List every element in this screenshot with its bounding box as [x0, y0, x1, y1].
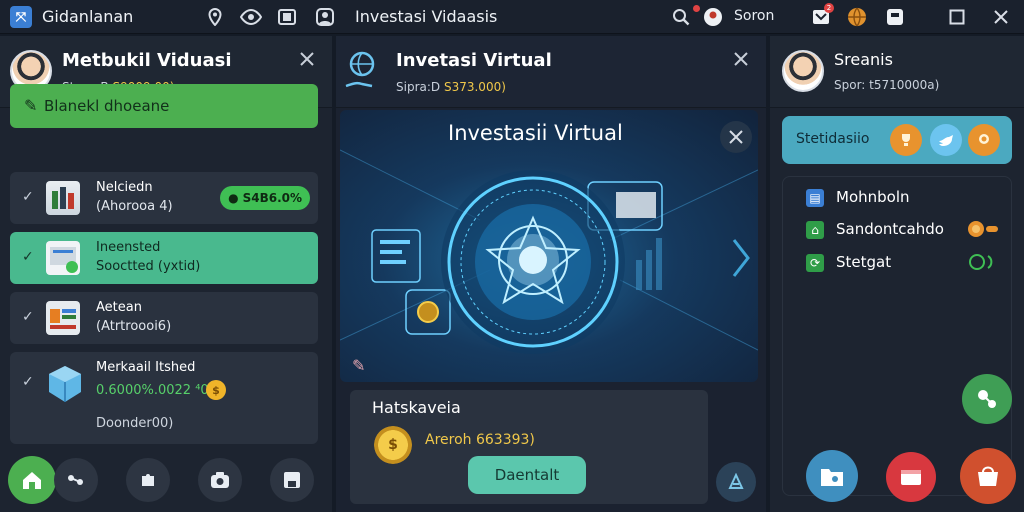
puzzle-button[interactable]	[126, 458, 170, 502]
right-list-item[interactable]: Stetgat	[836, 253, 891, 271]
middle-panel-title: Invetasi Virtual	[396, 50, 552, 71]
hero-title: Investasii Virtual	[448, 121, 623, 145]
check-icon: ✓	[22, 309, 34, 325]
list-item-subtitle: (Atrtroooi6)	[96, 319, 172, 334]
right-banner-label: Stetidasiio	[796, 131, 870, 147]
list-item[interactable]: ✓ Aetean (Atrtroooi6)	[10, 292, 318, 344]
analytics-button[interactable]	[54, 458, 98, 502]
globe-icon[interactable]	[846, 6, 868, 28]
top-bar: ⤧ Gidanlanan Investasi Vidaasis Soron 2	[0, 0, 1024, 34]
list-item[interactable]: ✓ Ineensted Sooctted (yxtid)	[10, 232, 318, 284]
maximize-icon[interactable]	[946, 6, 968, 28]
bottom-nav	[0, 448, 332, 512]
left-panel-title: Metbukil Viduasi	[62, 50, 232, 71]
app-name: Gidanlanan	[42, 7, 134, 26]
left-banner-button[interactable]: ✎ Blanekl dhoeane	[10, 84, 318, 128]
refresh-icon: ⟳	[806, 254, 824, 272]
user-name[interactable]: Soron	[734, 8, 774, 24]
close-icon[interactable]	[296, 50, 318, 72]
trophy-icon[interactable]	[890, 124, 922, 156]
list-item-title: Ineensted	[96, 240, 161, 255]
location-pin-icon[interactable]	[204, 6, 226, 28]
location-fab[interactable]	[962, 374, 1012, 424]
chevron-right-icon[interactable]	[732, 238, 750, 287]
close-icon[interactable]	[730, 50, 752, 72]
percent-badge: ● S4B6.0%	[220, 186, 310, 210]
right-panel-header: Sreanis Spor: t5710000a)	[770, 36, 1024, 108]
right-panel-subtitle: Spor: t5710000a)	[834, 78, 940, 92]
eye-icon[interactable]	[238, 6, 264, 28]
award-icon[interactable]	[968, 124, 1000, 156]
folder-fab[interactable]	[806, 450, 858, 502]
home-button[interactable]	[8, 456, 56, 504]
card-action-button[interactable]: Daentalt	[468, 456, 586, 494]
tablet-icon[interactable]	[276, 6, 298, 28]
app-logo-icon[interactable]: ⤧	[10, 6, 32, 28]
pencil-icon: ✎	[24, 96, 38, 115]
list-item-subtitle: (Ahorooa 4)	[96, 199, 173, 214]
wallet-fab[interactable]	[886, 452, 936, 502]
list-item-title: Nelciedn	[96, 180, 153, 195]
hero-close-button[interactable]	[720, 121, 752, 153]
coin-stack-icon	[966, 219, 1000, 243]
list-item[interactable]: ✓ Merkaail Itshed 0.6000%.0022 ⁴0 $ Doon…	[10, 352, 318, 444]
middle-panel-subtitle: Sipra:D S373.000)	[396, 80, 506, 94]
right-list-item[interactable]: Mohnboln	[836, 188, 910, 206]
list-item-title: Merkaail Itshed	[96, 360, 196, 375]
notification-count: 2	[824, 3, 834, 13]
people-thumbnail	[46, 181, 80, 215]
globe-emblem	[340, 149, 758, 354]
hero-illustration	[340, 110, 758, 382]
close-window-icon[interactable]	[990, 6, 1012, 28]
check-icon: ✓	[22, 189, 34, 205]
search-icon[interactable]	[670, 6, 692, 28]
bird-icon[interactable]	[930, 124, 962, 156]
check-icon: ✓	[22, 374, 34, 390]
report-thumbnail	[46, 301, 80, 335]
user-avatar-small[interactable]	[702, 6, 724, 28]
notification-dot	[693, 5, 700, 12]
list-item-title: Aetean	[96, 300, 142, 315]
chart-icon: ▤	[806, 189, 824, 207]
middle-panel-header: Invetasi Virtual Sipra:D S373.000)	[336, 36, 766, 108]
card-title: Hatskaveia	[372, 398, 461, 417]
right-list-item[interactable]: Sandontcahdo	[836, 220, 944, 238]
window-menu-icon[interactable]	[884, 6, 906, 28]
home-icon: ⌂	[806, 221, 824, 239]
list-item-subtitle: Sooctted (yxtid)	[96, 259, 201, 274]
pencil-icon[interactable]: ✎	[352, 356, 365, 375]
toggle-icon[interactable]	[966, 252, 1000, 276]
window-title: Investasi Vidaasis	[355, 7, 498, 26]
list-item[interactable]: ✓ Nelciedn (Ahorooa 4) ● S4B6.0%	[10, 172, 318, 224]
profile-icon[interactable]	[314, 6, 336, 28]
coin-icon: $	[206, 380, 226, 400]
list-item-extra: Doonder00)	[96, 416, 174, 431]
globe-hand-icon	[344, 48, 378, 94]
left-banner-label: Blanekl dhoeane	[44, 97, 170, 115]
list-item-value: 0.6000%.0022 ⁴0	[96, 383, 209, 398]
check-icon: ✓	[22, 249, 34, 265]
coin-icon: $	[374, 426, 412, 464]
chart-thumbnail	[46, 241, 80, 275]
right-panel-title: Sreanis	[834, 50, 893, 69]
share-icon[interactable]	[716, 462, 756, 502]
cube-icon	[46, 364, 84, 404]
save-button[interactable]	[270, 458, 314, 502]
camera-button[interactable]	[198, 458, 242, 502]
bag-fab[interactable]	[960, 448, 1016, 504]
avatar	[782, 50, 824, 92]
card-amount: Areroh 663393)	[425, 432, 535, 448]
